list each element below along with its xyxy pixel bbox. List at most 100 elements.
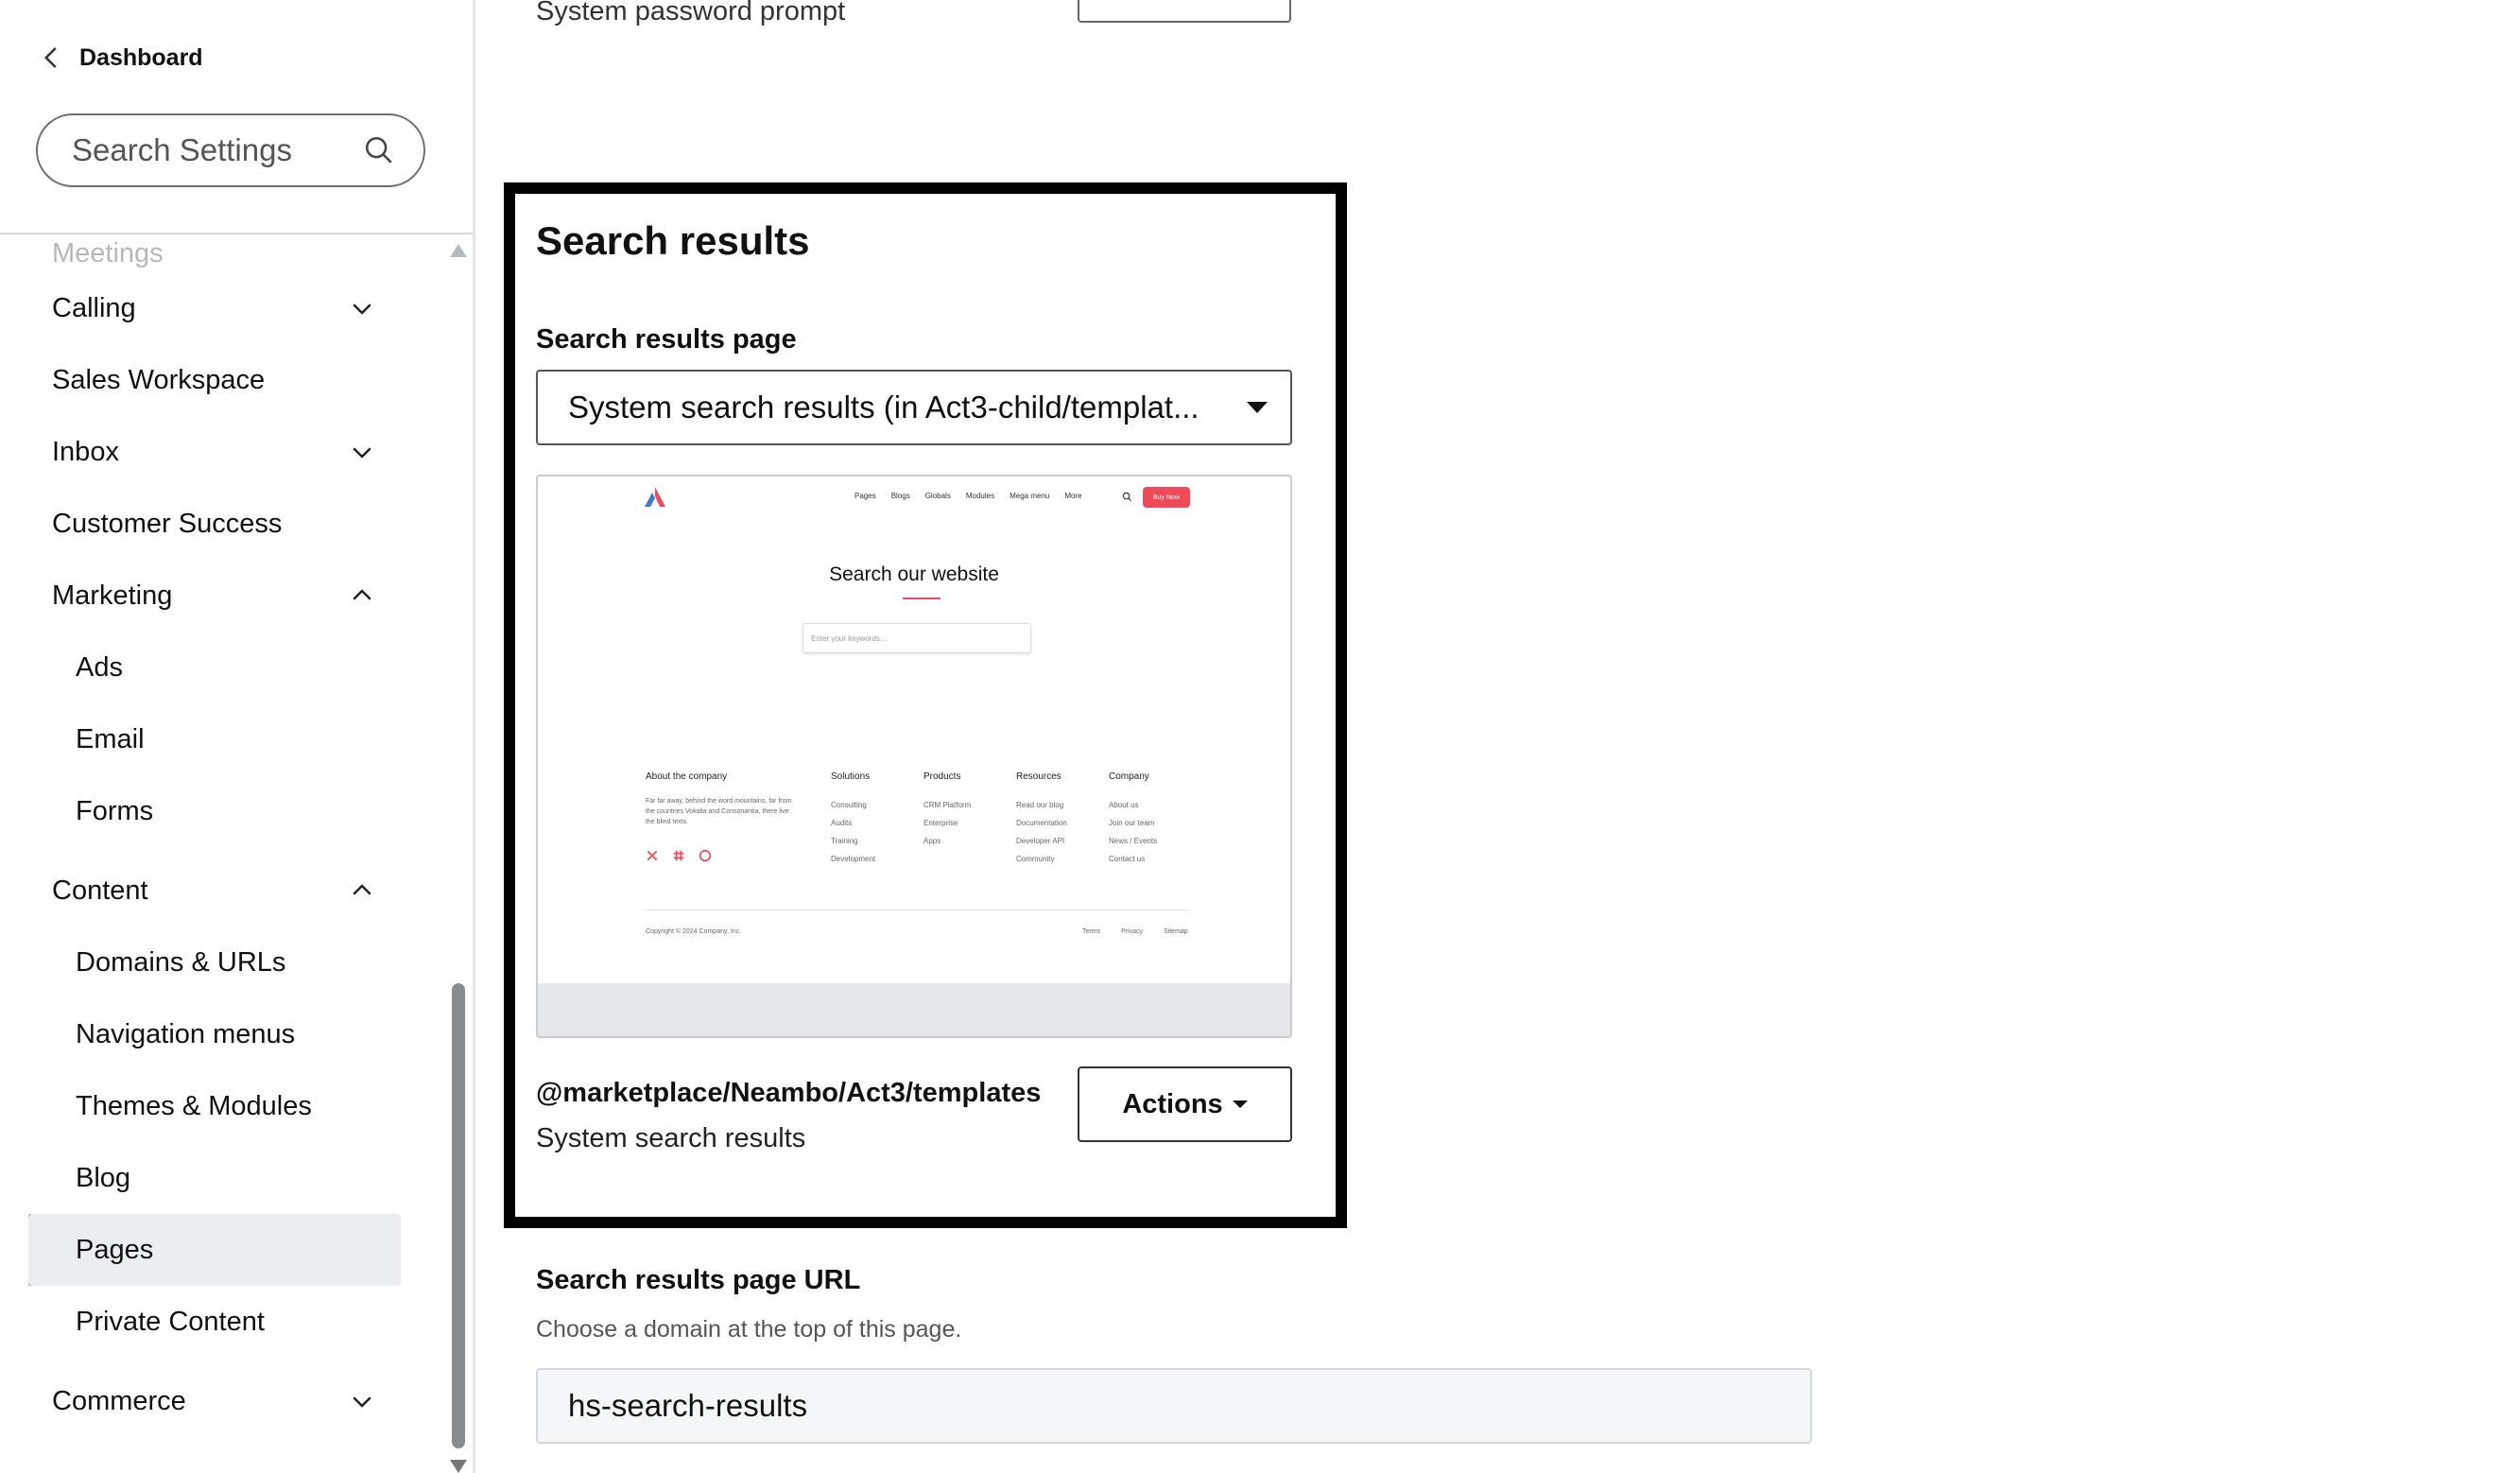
template-preview: Pages Blogs Globals Modules Mega menu Mo… [536, 475, 1292, 1038]
system-password-prompt-label: System password prompt [536, 0, 846, 26]
preview-nav-item: Mega menu [1010, 492, 1050, 500]
sidebar-item-customer-success[interactable]: Customer Success [0, 488, 401, 560]
sidebar-item-label: Inbox [52, 436, 119, 467]
chevron-up-icon [353, 589, 371, 600]
preview-legal-link: Privacy [1121, 928, 1144, 935]
preview-col-heading: Resources [1016, 771, 1062, 782]
preview-col-heading: Company [1109, 771, 1149, 782]
chevron-down-icon [353, 303, 371, 315]
preview-link: Contact us [1109, 855, 1146, 863]
sidebar-scrollbar-thumb[interactable] [452, 983, 465, 1448]
sidebar-item-email[interactable]: Email [0, 703, 401, 775]
preview-link: Join our team [1109, 819, 1155, 827]
template-name: System search results [536, 1123, 806, 1153]
preview-link: Developer API [1016, 837, 1065, 845]
x-icon [647, 850, 658, 861]
preview-about-text: Far far away, behind the word mountains,… [646, 798, 792, 825]
scroll-down-arrow[interactable] [450, 1460, 467, 1473]
search-settings-input[interactable] [70, 131, 363, 169]
preview-legal-link: Sitemap [1164, 928, 1188, 935]
sidebar-item-commerce[interactable]: Commerce [0, 1365, 401, 1437]
sidebar-divider [0, 233, 473, 234]
sidebar-item-label: Themes & Modules [76, 1090, 312, 1121]
sidebar-item-label: Calling [52, 292, 136, 323]
sidebar-item-calling[interactable]: Calling [0, 272, 401, 344]
preview-footer-bar [538, 983, 1290, 1036]
brand-logo-icon [645, 487, 665, 507]
preview-link: Training [831, 837, 858, 845]
search-results-url-help: Choose a domain at the top of this page. [536, 1316, 962, 1343]
preview-link: Apps [923, 837, 941, 845]
sidebar-item-label: Sales Workspace [52, 364, 266, 395]
sidebar-item-label: Forms [76, 795, 154, 826]
sidebar-item-label: Navigation menus [76, 1018, 296, 1049]
preview-about-heading: About the company [646, 771, 728, 782]
preview-nav: Pages Blogs Globals Modules Mega menu Mo… [854, 492, 1082, 500]
preview-legal-link: Terms [1082, 928, 1101, 935]
sidebar-item-forms[interactable]: Forms [0, 775, 401, 847]
preview-nav-item: Globals [924, 492, 951, 500]
sidebar-item-label: Private Content [76, 1306, 265, 1337]
selected-value: System search results (in Act3-child/tem… [568, 390, 1200, 425]
search-results-page-label: Search results page [536, 324, 797, 355]
sidebar-item-inbox[interactable]: Inbox [0, 416, 401, 488]
password-prompt-actions-button[interactable] [1078, 0, 1291, 23]
sidebar-item-themes-modules[interactable]: Themes & Modules [0, 1070, 401, 1142]
preview-link: Enterprise [923, 819, 958, 827]
preview-nav-item: Blogs [890, 492, 910, 500]
search-results-url-input[interactable]: hs-search-results [536, 1368, 1812, 1444]
sidebar-item-marketing[interactable]: Marketing [0, 560, 401, 632]
sidebar-item-label: Customer Success [52, 508, 283, 539]
actions-label: Actions [1122, 1088, 1223, 1119]
sidebar-item-sales-workspace[interactable]: Sales Workspace [0, 344, 401, 416]
preview-link: Development [831, 855, 876, 863]
search-icon[interactable] [363, 134, 395, 166]
preview-link: Audits [831, 819, 853, 827]
caret-down-icon [1247, 402, 1268, 413]
preview-col-heading: Solutions [831, 771, 871, 782]
settings-sidebar: Dashboard Meetings Calling Sales Workspa… [0, 0, 475, 1473]
settings-nav: Meetings Calling Sales Workspace Inbox C… [0, 236, 444, 1473]
preview-col-links: Consulting Audits Training Development [831, 796, 875, 868]
sidebar-item-domains-urls[interactable]: Domains & URLs [0, 927, 401, 998]
main-content: System password prompt Search results Se… [473, 0, 2520, 1473]
github-icon [699, 849, 712, 862]
sidebar-item-private-content[interactable]: Private Content [0, 1286, 401, 1358]
preview-col-links: CRM Platform Enterprise Apps [923, 796, 971, 850]
preview-nav-item: Modules [965, 492, 995, 500]
actions-button[interactable]: Actions [1078, 1066, 1292, 1142]
chevron-left-icon [43, 47, 57, 68]
search-settings-box[interactable] [36, 113, 425, 187]
search-results-page-select[interactable]: System search results (in Act3-child/tem… [536, 370, 1292, 445]
sidebar-item-label: Domains & URLs [76, 946, 286, 978]
preview-nav-item: More [1064, 492, 1082, 500]
preview-link: Read our blog [1016, 801, 1064, 809]
chevron-up-icon [353, 884, 371, 895]
preview-link: Documentation [1016, 819, 1067, 827]
sidebar-item-label: Commerce [52, 1385, 186, 1416]
sidebar-item-blog[interactable]: Blog [0, 1142, 401, 1214]
sidebar-item-label: Ads [76, 651, 123, 683]
slack-icon [673, 850, 684, 861]
sidebar-item-label: Pages [76, 1234, 154, 1265]
chevron-down-icon [353, 447, 371, 459]
scroll-up-arrow[interactable] [450, 244, 467, 257]
preview-copyright: Copyright © 2024 Company, Inc. [646, 928, 742, 935]
sidebar-item-label: Email [76, 723, 145, 754]
sidebar-item-ads[interactable]: Ads [0, 632, 401, 703]
sidebar-item-pages[interactable]: Pages [28, 1214, 401, 1286]
preview-legal-links: Terms Privacy Sitemap [1082, 928, 1188, 935]
preview-link: Community [1016, 855, 1055, 863]
sidebar-item-content[interactable]: Content [0, 855, 401, 927]
preview-col-links: Read our blog Documentation Developer AP… [1016, 796, 1067, 868]
chevron-down-icon [353, 1396, 371, 1408]
sidebar-item-navigation-menus[interactable]: Navigation menus [0, 998, 401, 1070]
preview-link: About us [1109, 801, 1139, 809]
search-results-url-label: Search results page URL [536, 1265, 861, 1295]
preview-col-links: About us Join our team News / Events Con… [1109, 796, 1157, 868]
preview-link: News / Events [1109, 837, 1158, 845]
preview-social-icons [646, 849, 712, 862]
back-to-dashboard-link[interactable]: Dashboard [38, 43, 203, 72]
preview-heading: Search our website [829, 563, 999, 585]
preview-search-icon [1122, 492, 1132, 502]
